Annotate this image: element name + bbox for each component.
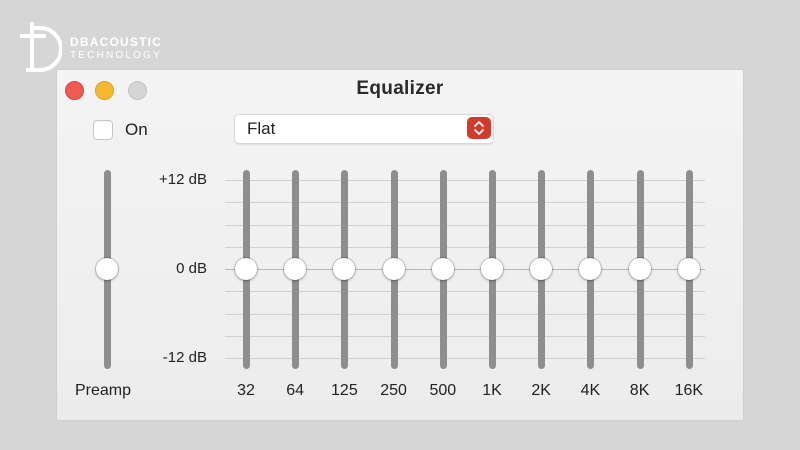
preset-dropdown[interactable]: Flat (234, 114, 494, 144)
band-knob[interactable] (579, 258, 602, 280)
dbacoustic-logo: DBACOUSTIC TECHNOLOGY (18, 16, 178, 72)
preset-selected-value: Flat (247, 119, 276, 138)
db-label-top: +12 dB (159, 171, 207, 188)
band-knob[interactable] (333, 258, 356, 280)
preamp-knob[interactable] (96, 258, 118, 280)
band-knob[interactable] (530, 258, 553, 280)
dropdown-stepper-icon[interactable] (467, 117, 491, 139)
on-checkbox[interactable] (93, 120, 113, 140)
on-label: On (125, 120, 148, 139)
band-knob[interactable] (284, 258, 307, 280)
logo-tagline: TECHNOLOGY (70, 50, 163, 61)
band-knob[interactable] (431, 258, 454, 280)
window-title: Equalizer (356, 78, 444, 99)
band-knob[interactable] (235, 258, 257, 280)
equalizer-window: Equalizer On Flat +12 dB 0 dB -12 dB Pre… (57, 70, 743, 420)
logo-mark-icon (20, 22, 62, 72)
db-label-middle: 0 dB (176, 260, 207, 277)
band-knob[interactable] (481, 258, 503, 280)
band-knob[interactable] (382, 258, 405, 280)
logo-name: DBACOUSTIC (70, 35, 162, 49)
band-label: 16K (674, 382, 704, 399)
band-knob[interactable] (677, 258, 700, 280)
preamp-label: Preamp (75, 382, 132, 399)
db-label-bottom: -12 dB (162, 349, 207, 366)
band-knob[interactable] (628, 258, 651, 280)
